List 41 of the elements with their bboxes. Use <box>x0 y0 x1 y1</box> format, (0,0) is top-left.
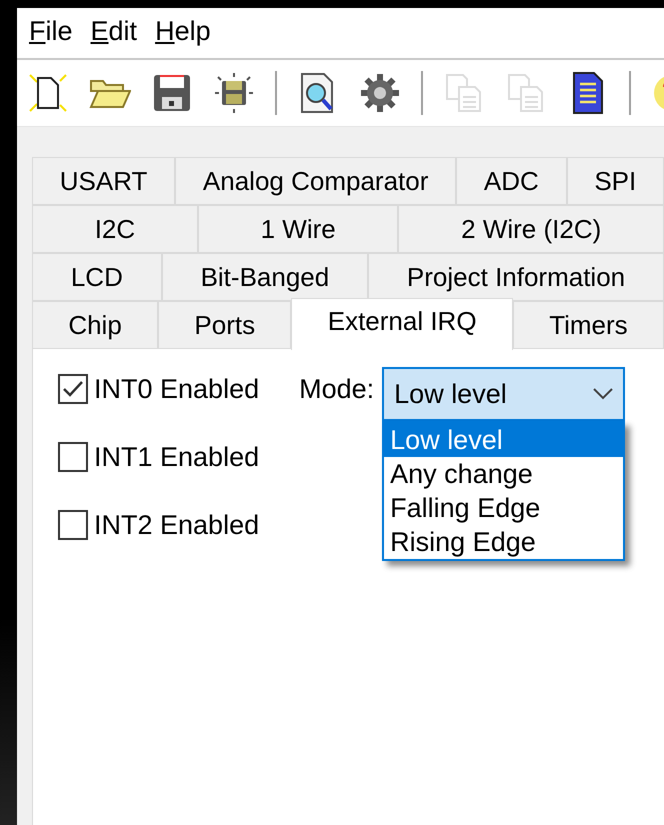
checkbox-label: INT2 Enabled <box>94 510 260 540</box>
mode-dropdown[interactable]: Low level <box>382 367 626 421</box>
checkbox-label: INT1 Enabled <box>94 442 260 472</box>
menu-item[interactable]: File <box>29 16 73 58</box>
dropdown-option[interactable]: Rising Edge <box>384 525 624 559</box>
floppy-sparkle-icon <box>213 72 255 114</box>
tab[interactable]: Timers <box>512 301 664 349</box>
gear-icon <box>359 72 401 114</box>
document-icon <box>572 71 604 115</box>
menu-item[interactable]: Edit <box>90 16 138 58</box>
toolbar-button[interactable] <box>27 72 69 114</box>
toolbar-button[interactable] <box>359 72 401 114</box>
chevron-down-icon <box>593 388 614 400</box>
checkbox[interactable] <box>58 510 88 540</box>
tab[interactable]: Chip <box>32 301 158 349</box>
tab[interactable]: 2 Wire (I2C) <box>398 205 664 253</box>
tab[interactable]: Ports <box>158 301 292 349</box>
tab[interactable]: ADC <box>456 157 567 205</box>
dropdown-option[interactable]: Any change <box>384 457 624 491</box>
tab[interactable]: I2C <box>32 205 198 253</box>
tab[interactable]: Project Information <box>368 253 664 301</box>
toolbar-button[interactable] <box>213 72 255 114</box>
tab[interactable]: USART <box>32 157 176 205</box>
new-file-icon <box>27 72 69 114</box>
toolbar-button[interactable] <box>151 72 193 114</box>
tab[interactable]: Bit-Banged <box>162 253 368 301</box>
tab[interactable]: SPI <box>566 157 664 205</box>
dropdown-option[interactable]: Low level <box>384 423 624 457</box>
checkbox[interactable] <box>58 442 88 472</box>
copy-icon <box>445 73 483 113</box>
menu-item[interactable]: Help <box>155 16 211 58</box>
copy-icon <box>507 73 545 113</box>
dropdown-option[interactable]: Falling Edge <box>384 491 624 525</box>
tab[interactable]: Analog Comparator <box>175 157 456 205</box>
mode-label: Mode: <box>299 373 374 406</box>
checkbox[interactable] <box>58 374 88 404</box>
checkbox-label: INT0 Enabled <box>94 374 260 404</box>
tab[interactable]: External IRQ <box>291 298 513 350</box>
tab[interactable]: LCD <box>32 253 162 301</box>
checkmark-icon <box>62 380 84 398</box>
tab[interactable]: 1 Wire <box>198 205 398 253</box>
